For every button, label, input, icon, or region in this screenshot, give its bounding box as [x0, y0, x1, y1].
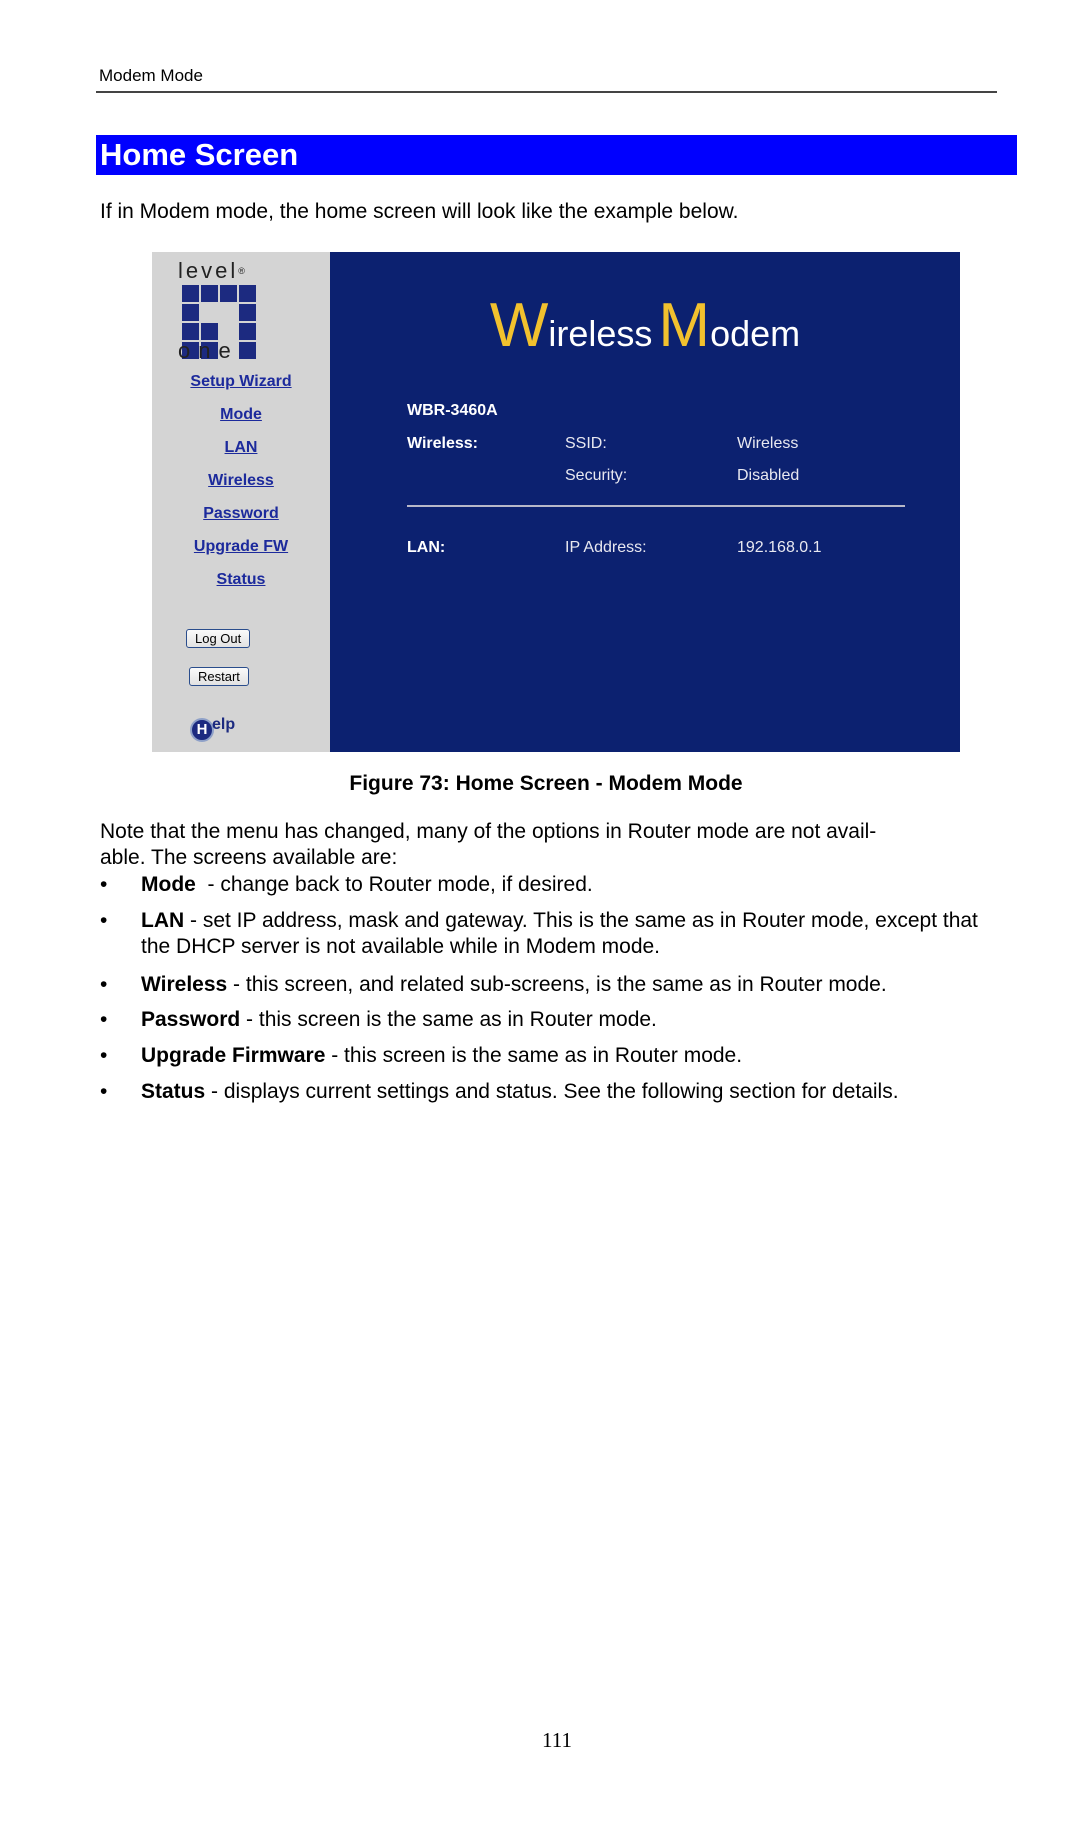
ip-address-value: 192.168.0.1 — [737, 539, 822, 556]
note-line-1: Note that the menu has changed, many of … — [100, 820, 877, 843]
section-heading-bar: Home Screen — [96, 135, 1017, 175]
ssid-value: Wireless — [737, 435, 799, 452]
nav-setup-wizard[interactable]: Setup Wizard — [152, 373, 330, 391]
bullet-icon: • — [100, 1080, 108, 1103]
nav-status[interactable]: Status — [152, 571, 330, 589]
bullet-icon: • — [100, 1044, 108, 1067]
logout-button[interactable]: Log Out — [186, 629, 251, 648]
bullet-icon: • — [100, 909, 108, 932]
bullet-icon: • — [100, 1008, 108, 1031]
brand-m: M — [658, 291, 711, 360]
bullet-desc: - set IP address, mask and gateway. This… — [141, 909, 978, 958]
ip-address-label: IP Address: — [565, 539, 647, 556]
nav-password[interactable]: Password — [152, 505, 330, 523]
logo-one: one — [178, 338, 239, 363]
note-line-2: able. The screens available are: — [100, 846, 398, 869]
help-button[interactable]: H elp — [190, 716, 250, 742]
section-title: Home Screen — [100, 137, 299, 172]
brand-title: WirelessModem — [330, 290, 960, 361]
brand-w: W — [489, 291, 549, 360]
bullet-term: Password — [141, 1008, 241, 1031]
main-panel: WirelessModem WBR-3460A Wireless: SSID: … — [330, 252, 960, 752]
sidebar: level® one Setup Wizard Mode LAN Wireles… — [152, 252, 330, 752]
lan-section-label: LAN: — [407, 539, 446, 556]
figure-screenshot: level® one Setup Wizard Mode LAN Wireles… — [152, 252, 960, 752]
brand-ireless: ireless — [548, 313, 653, 354]
restart-button[interactable]: Restart — [189, 667, 249, 686]
bullet-term: Wireless — [141, 973, 228, 996]
bullet-icon: • — [100, 873, 108, 896]
bullet-term: Upgrade Firmware — [141, 1044, 326, 1067]
intro-text: If in Modem mode, the home screen will l… — [100, 200, 739, 223]
bullet-desc: - change back to Router mode, if desired… — [195, 873, 593, 896]
header-rule — [96, 91, 997, 93]
help-icon: H — [190, 718, 214, 742]
bullet-desc: - this screen is the same as in Router m… — [240, 1008, 657, 1031]
help-text: elp — [212, 716, 236, 733]
logo-level: level® — [178, 260, 245, 282]
page-number: 111 — [542, 1728, 572, 1752]
model-name: WBR-3460A — [407, 402, 498, 419]
logo-level-text: level — [178, 258, 239, 283]
ssid-label: SSID: — [565, 435, 607, 452]
wireless-section-label: Wireless: — [407, 435, 478, 452]
registered-mark: ® — [238, 266, 245, 276]
nav-lan[interactable]: LAN — [152, 439, 330, 457]
security-value: Disabled — [737, 467, 800, 484]
bullet-term: Status — [141, 1080, 206, 1103]
bullet-term: Mode — [141, 873, 196, 896]
security-label: Security: — [565, 467, 628, 484]
running-head: Modem Mode — [99, 66, 203, 85]
nav-mode[interactable]: Mode — [152, 406, 330, 424]
bullet-desc: - this screen is the same as in Router m… — [325, 1044, 743, 1067]
note-paragraph: Note that the menu has changed, many of … — [100, 819, 1000, 871]
bullet-desc: - this screen, and related sub-screens, … — [227, 973, 887, 996]
nav-wireless[interactable]: Wireless — [152, 472, 330, 490]
bullet-desc: - displays current settings and status. … — [205, 1080, 899, 1103]
bullet-icon: • — [100, 973, 108, 996]
divider — [407, 505, 905, 507]
figure-caption: Figure 73: Home Screen - Modem Mode — [349, 772, 743, 795]
bullet-term: LAN — [141, 909, 185, 932]
brand-odem: odem — [710, 313, 801, 354]
nav-upgrade-fw[interactable]: Upgrade FW — [152, 538, 330, 556]
